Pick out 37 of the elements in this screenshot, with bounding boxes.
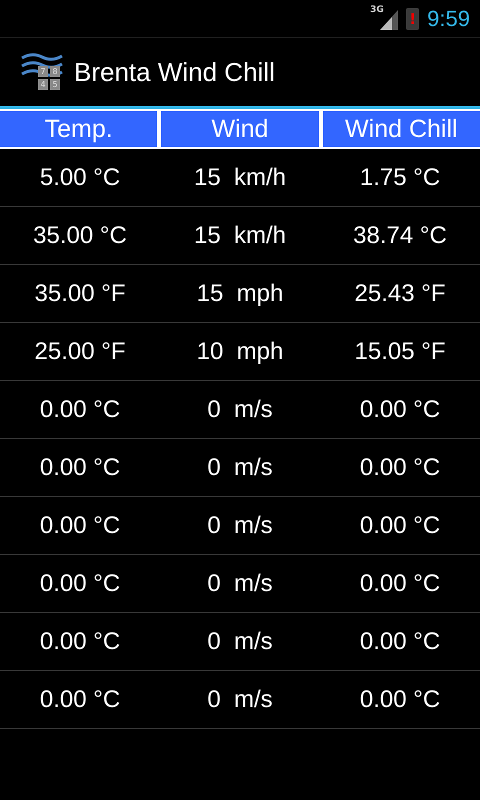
clock: 9:59 [427, 6, 470, 32]
table-cell-text: 0 m/s [206, 396, 274, 424]
table-cell-text: 25.00 °F [34, 338, 126, 366]
network-label: 3G [370, 4, 384, 14]
table-cell-text: 0.00 °C [358, 686, 442, 714]
table-cell-text: 0 m/s [206, 454, 274, 482]
table-cell-text: 0.00 °C [358, 628, 442, 656]
table-cell-text: 0.00 °C [38, 512, 122, 540]
table-cell-text: 15 km/h [192, 222, 288, 250]
table-cell-text: 0.00 °C [38, 570, 122, 598]
table-cell-text: 38.74 °C [352, 222, 448, 250]
table-cell-text: 0.00 °C [358, 396, 442, 424]
table-cell-text: 1.75 °C [358, 164, 442, 192]
table-cell-text: 15 mph [196, 280, 284, 308]
table-cell-text: 0.00 °C [38, 454, 122, 482]
table-cell-text: 0 m/s [206, 686, 274, 714]
table-cell-text: 0.00 °C [358, 454, 442, 482]
table-cell-text: 15.05 °F [354, 338, 446, 366]
table-cell-text: 0 m/s [206, 512, 274, 540]
table-cell-text: 0 m/s [206, 628, 274, 656]
column-header: Temp. [0, 111, 158, 147]
table-cell-text: 0.00 °C [358, 512, 442, 540]
table-cell-text: 10 mph [196, 338, 284, 366]
column-header: Wind Chill [322, 111, 480, 147]
table-cell-text: 5.00 °C [38, 164, 122, 192]
column-header: Wind [161, 111, 319, 147]
table-cell-text: 0.00 °C [38, 628, 122, 656]
app-title: Brenta Wind Chill [74, 56, 275, 88]
table-cell-text: 0.00 °C [358, 570, 442, 598]
table-cell-text: 0.00 °C [38, 396, 122, 424]
table-cell-text: 25.43 °F [354, 280, 446, 308]
table-cell-text: 0 m/s [206, 570, 274, 598]
table-cell-text: 35.00 °F [34, 280, 126, 308]
table-cell-text: 35.00 °C [32, 222, 128, 250]
table-cell-text: 15 km/h [192, 164, 288, 192]
table-cell-text: 0.00 °C [38, 686, 122, 714]
battery-icon: ! [406, 8, 420, 30]
